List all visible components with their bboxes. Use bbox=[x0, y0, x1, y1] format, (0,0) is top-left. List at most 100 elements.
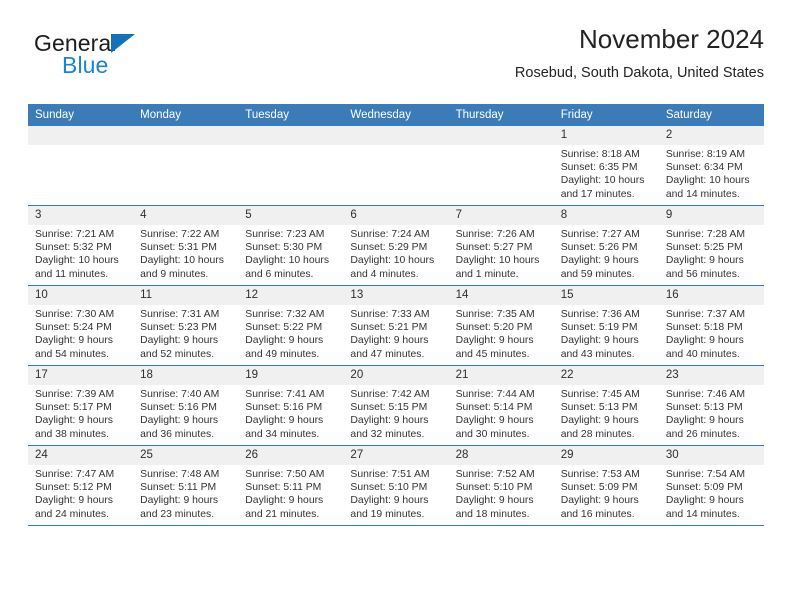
day-details: Sunrise: 7:27 AM Sunset: 5:26 PM Daylight:… bbox=[554, 225, 659, 281]
daylight-duration-line2: and 4 minutes. bbox=[350, 268, 419, 280]
sunset-time: Sunset: 5:13 PM bbox=[665, 402, 743, 414]
calendar-day-cell[interactable]: 23 Sunrise: 7:46 AM Sunset: 5:13 PM Dayligh… bbox=[658, 365, 764, 446]
daylight-duration-line1: Daylight: 9 hours bbox=[140, 335, 219, 347]
calendar-week-row: 1 Sunrise: 8:18 AM Sunset: 6:35 PM Daylight… bbox=[28, 126, 764, 206]
day-details: Sunrise: 7:40 AM Sunset: 5:16 PM Daylight:… bbox=[133, 385, 238, 441]
daylight-duration-line2: and 47 minutes. bbox=[350, 348, 425, 360]
day-number: 15 bbox=[553, 286, 659, 305]
calendar-day-cell[interactable]: 9 Sunrise: 7:28 AM Sunset: 5:25 PM Daylight… bbox=[658, 205, 764, 286]
daylight-duration-line1: Daylight: 9 hours bbox=[140, 415, 219, 427]
sunrise-time: Sunrise: 7:39 AM bbox=[35, 389, 115, 400]
day-details: Sunrise: 7:39 AM Sunset: 5:17 PM Daylight:… bbox=[28, 385, 133, 441]
day-details: Sunrise: 7:44 AM Sunset: 5:14 PM Daylight:… bbox=[449, 385, 554, 441]
calendar-day-cell[interactable]: 21 Sunrise: 7:44 AM Sunset: 5:14 PM Dayligh… bbox=[448, 365, 554, 446]
sunrise-time: Sunrise: 7:51 AM bbox=[350, 469, 430, 480]
day-details: Sunrise: 7:41 AM Sunset: 5:16 PM Daylight:… bbox=[238, 385, 343, 441]
sunset-time: Sunset: 5:17 PM bbox=[35, 402, 112, 414]
calendar-day-cell[interactable]: 1 Sunrise: 8:18 AM Sunset: 6:35 PM Daylight… bbox=[553, 126, 659, 206]
calendar-day-cell[interactable]: 13 Sunrise: 7:33 AM Sunset: 5:21 PM Dayligh… bbox=[343, 285, 449, 366]
calendar-day-cell[interactable]: 17 Sunrise: 7:39 AM Sunset: 5:17 PM Dayligh… bbox=[28, 365, 134, 446]
calendar-day-cell[interactable]: 6 Sunrise: 7:24 AM Sunset: 5:29 PM Daylight… bbox=[343, 205, 449, 286]
sunrise-time: Sunrise: 7:23 AM bbox=[245, 229, 325, 240]
daylight-duration-line2: and 14 minutes. bbox=[665, 508, 740, 520]
calendar-day-cell[interactable]: 5 Sunrise: 7:23 AM Sunset: 5:30 PM Daylight… bbox=[238, 205, 344, 286]
sunrise-time: Sunrise: 8:19 AM bbox=[665, 149, 745, 160]
sunset-time: Sunset: 5:27 PM bbox=[455, 242, 533, 254]
calendar-day-cell[interactable]: 2 Sunrise: 8:19 AM Sunset: 6:34 PM Daylight… bbox=[658, 126, 764, 206]
calendar-day-cell[interactable]: 11 Sunrise: 7:31 AM Sunset: 5:23 PM Dayligh… bbox=[133, 285, 239, 366]
generalblue-logo[interactable]: General Blue bbox=[34, 30, 214, 88]
daylight-duration-line2: and 16 minutes. bbox=[560, 508, 635, 520]
sunset-time: Sunset: 5:30 PM bbox=[245, 242, 323, 254]
sunset-time: Sunset: 5:19 PM bbox=[560, 322, 638, 334]
calendar-week-row: 10 Sunrise: 7:30 AM Sunset: 5:24 PM Dayligh… bbox=[28, 285, 764, 366]
calendar-day-cell[interactable]: 19 Sunrise: 7:41 AM Sunset: 5:16 PM Dayligh… bbox=[238, 365, 344, 446]
calendar-day-cell[interactable]: 18 Sunrise: 7:40 AM Sunset: 5:16 PM Dayligh… bbox=[133, 365, 239, 446]
daylight-duration-line1: Daylight: 9 hours bbox=[35, 495, 113, 507]
day-details: Sunrise: 7:51 AM Sunset: 5:10 PM Daylight:… bbox=[343, 465, 448, 521]
daylight-duration-line1: Daylight: 9 hours bbox=[245, 335, 324, 347]
calendar-day-cell[interactable]: 10 Sunrise: 7:30 AM Sunset: 5:24 PM Dayligh… bbox=[28, 285, 134, 366]
calendar-day-cell[interactable]: 3 Sunrise: 7:21 AM Sunset: 5:32 PM Daylight… bbox=[28, 205, 134, 286]
sunset-time: Sunset: 5:09 PM bbox=[560, 482, 638, 494]
daylight-duration-line2: and 18 minutes. bbox=[455, 508, 530, 520]
calendar-day-cell[interactable]: 29 Sunrise: 7:53 AM Sunset: 5:09 PM Dayligh… bbox=[553, 445, 659, 526]
daylight-duration-line2: and 1 minute. bbox=[455, 268, 519, 280]
calendar-day-cell[interactable]: 4 Sunrise: 7:22 AM Sunset: 5:31 PM Daylight… bbox=[133, 205, 239, 286]
calendar-day-cell[interactable]: 8 Sunrise: 7:27 AM Sunset: 5:26 PM Daylight… bbox=[553, 205, 659, 286]
weekday-header-friday: Friday bbox=[553, 104, 659, 126]
sunrise-time: Sunrise: 7:53 AM bbox=[560, 469, 640, 480]
calendar-day-cell-empty bbox=[28, 126, 134, 206]
day-details: Sunrise: 7:37 AM Sunset: 5:18 PM Daylight:… bbox=[659, 305, 764, 361]
daylight-duration-line2: and 56 minutes. bbox=[665, 268, 740, 280]
calendar-day-cell[interactable]: 20 Sunrise: 7:42 AM Sunset: 5:15 PM Dayligh… bbox=[343, 365, 449, 446]
day-number bbox=[448, 126, 554, 145]
daylight-duration-line2: and 45 minutes. bbox=[455, 348, 530, 360]
daylight-duration-line2: and 38 minutes. bbox=[35, 428, 109, 440]
daylight-duration-line1: Daylight: 9 hours bbox=[560, 495, 639, 507]
calendar-day-cell[interactable]: 28 Sunrise: 7:52 AM Sunset: 5:10 PM Dayligh… bbox=[448, 445, 554, 526]
page-title: November 2024 bbox=[579, 24, 764, 54]
sunset-time: Sunset: 5:24 PM bbox=[35, 322, 112, 334]
calendar-day-cell[interactable]: 12 Sunrise: 7:32 AM Sunset: 5:22 PM Dayligh… bbox=[238, 285, 344, 366]
sunset-time: Sunset: 5:31 PM bbox=[140, 242, 217, 254]
calendar-day-cell-empty bbox=[343, 126, 449, 206]
calendar-day-cell[interactable]: 16 Sunrise: 7:37 AM Sunset: 5:18 PM Dayligh… bbox=[658, 285, 764, 366]
day-number: 14 bbox=[448, 286, 554, 305]
day-details: Sunrise: 7:52 AM Sunset: 5:10 PM Daylight:… bbox=[449, 465, 554, 521]
weekday-header-monday: Monday bbox=[133, 104, 239, 126]
sunset-time: Sunset: 5:16 PM bbox=[245, 402, 323, 414]
day-number: 9 bbox=[658, 206, 764, 225]
calendar-day-cell[interactable]: 27 Sunrise: 7:51 AM Sunset: 5:10 PM Dayligh… bbox=[343, 445, 449, 526]
calendar-day-cell[interactable]: 30 Sunrise: 7:54 AM Sunset: 5:09 PM Dayligh… bbox=[658, 445, 764, 526]
calendar-day-cell[interactable]: 25 Sunrise: 7:48 AM Sunset: 5:11 PM Dayligh… bbox=[133, 445, 239, 526]
daylight-duration-line2: and 21 minutes. bbox=[245, 508, 320, 520]
sunrise-time: Sunrise: 7:37 AM bbox=[665, 309, 745, 320]
sunset-time: Sunset: 5:25 PM bbox=[665, 242, 743, 254]
daylight-duration-line1: Daylight: 9 hours bbox=[560, 415, 639, 427]
day-details: Sunrise: 7:46 AM Sunset: 5:13 PM Daylight:… bbox=[659, 385, 764, 441]
daylight-duration-line1: Daylight: 10 hours bbox=[350, 255, 435, 267]
day-number: 27 bbox=[343, 446, 449, 465]
daylight-duration-line2: and 54 minutes. bbox=[35, 348, 109, 360]
day-number: 26 bbox=[238, 446, 344, 465]
daylight-duration-line2: and 28 minutes. bbox=[560, 428, 635, 440]
calendar-day-cell[interactable]: 22 Sunrise: 7:45 AM Sunset: 5:13 PM Dayligh… bbox=[553, 365, 659, 446]
calendar-day-cell[interactable]: 24 Sunrise: 7:47 AM Sunset: 5:12 PM Dayligh… bbox=[28, 445, 134, 526]
calendar-day-cell[interactable]: 26 Sunrise: 7:50 AM Sunset: 5:11 PM Dayligh… bbox=[238, 445, 344, 526]
day-number: 21 bbox=[448, 366, 554, 385]
calendar-day-cell[interactable]: 15 Sunrise: 7:36 AM Sunset: 5:19 PM Dayligh… bbox=[553, 285, 659, 366]
day-details: Sunrise: 7:23 AM Sunset: 5:30 PM Daylight:… bbox=[238, 225, 343, 281]
daylight-duration-line1: Daylight: 10 hours bbox=[245, 255, 330, 267]
calendar-day-cell[interactable]: 14 Sunrise: 7:35 AM Sunset: 5:20 PM Dayligh… bbox=[448, 285, 554, 366]
day-number: 10 bbox=[28, 286, 134, 305]
daylight-duration-line1: Daylight: 9 hours bbox=[665, 415, 744, 427]
daylight-duration-line1: Daylight: 9 hours bbox=[350, 415, 429, 427]
day-number: 7 bbox=[448, 206, 554, 225]
daylight-duration-line1: Daylight: 10 hours bbox=[560, 175, 645, 187]
day-details: Sunrise: 7:42 AM Sunset: 5:15 PM Daylight:… bbox=[343, 385, 448, 441]
sunrise-time: Sunrise: 7:36 AM bbox=[560, 309, 640, 320]
sunrise-time: Sunrise: 7:33 AM bbox=[350, 309, 430, 320]
sunset-time: Sunset: 5:14 PM bbox=[455, 402, 533, 414]
calendar-day-cell[interactable]: 7 Sunrise: 7:26 AM Sunset: 5:27 PM Daylight… bbox=[448, 205, 554, 286]
